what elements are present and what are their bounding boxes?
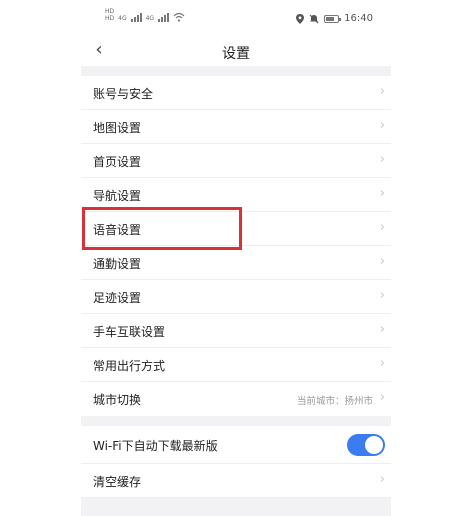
location-icon bbox=[296, 13, 305, 24]
section-divider bbox=[81, 66, 391, 76]
settings-item-wifi-download: Wi-Fi下自动下载最新版 bbox=[81, 426, 391, 464]
chevron-right-icon: › bbox=[379, 118, 385, 133]
settings-item-commute[interactable]: 通勤设置 › bbox=[81, 246, 391, 280]
settings-item-label: 手车互联设置 bbox=[93, 325, 166, 339]
chevron-right-icon: › bbox=[379, 254, 385, 269]
signal-icon-2 bbox=[158, 13, 170, 22]
chevron-right-icon: › bbox=[379, 186, 385, 201]
highlight-box bbox=[82, 207, 242, 250]
signal-icon bbox=[130, 13, 142, 22]
chevron-right-icon: › bbox=[379, 472, 385, 487]
settings-item-label: 账号与安全 bbox=[93, 87, 154, 101]
sim-label-2: HD bbox=[105, 15, 115, 22]
status-time: 16:40 bbox=[344, 13, 373, 24]
settings-item-car-connect[interactable]: 手车互联设置 › bbox=[81, 314, 391, 348]
current-city-value: 当前城市：扬州市 bbox=[296, 396, 373, 407]
toggle-knob bbox=[365, 436, 383, 454]
chevron-right-icon: › bbox=[379, 220, 385, 235]
settings-item-label: 通勤设置 bbox=[93, 257, 142, 271]
chevron-right-icon: › bbox=[379, 152, 385, 167]
settings-item-map[interactable]: 地图设置 › bbox=[81, 110, 391, 144]
settings-item-travel-mode[interactable]: 常用出行方式 › bbox=[81, 348, 391, 382]
title-bar: ‹ 设置 bbox=[81, 38, 391, 66]
settings-item-footprint[interactable]: 足迹设置 › bbox=[81, 280, 391, 314]
settings-item-label: 清空缓存 bbox=[93, 475, 142, 489]
settings-item-label: 首页设置 bbox=[93, 155, 142, 169]
status-bar: HD HD 4G 4G 16:40 bbox=[81, 0, 391, 38]
status-right: 16:40 bbox=[296, 13, 373, 24]
settings-item-label: 城市切换 bbox=[93, 393, 142, 407]
settings-item-label: 导航设置 bbox=[93, 189, 142, 203]
settings-screen: HD HD 4G 4G 16:40 ‹ 设置 账号与安全 › 地图设置 › 首页… bbox=[81, 0, 391, 516]
chevron-right-icon: › bbox=[379, 356, 385, 371]
network-label-1: 4G bbox=[118, 15, 127, 22]
mute-icon bbox=[309, 14, 319, 23]
chevron-right-icon: › bbox=[379, 322, 385, 337]
battery-icon bbox=[324, 14, 342, 23]
settings-item-clear-cache[interactable]: 清空缓存 › bbox=[81, 464, 391, 498]
wifi-download-toggle[interactable] bbox=[347, 434, 385, 456]
status-left: HD HD 4G 4G bbox=[105, 9, 185, 22]
network-label-2: 4G bbox=[145, 15, 155, 22]
settings-item-city-switch[interactable]: 城市切换 当前城市：扬州市 › bbox=[81, 382, 391, 416]
settings-item-label: 常用出行方式 bbox=[93, 359, 166, 373]
page-title: 设置 bbox=[222, 46, 250, 62]
section-divider bbox=[81, 498, 391, 516]
wifi-icon bbox=[173, 12, 185, 22]
chevron-right-icon: › bbox=[379, 288, 385, 303]
settings-item-label: Wi-Fi下自动下载最新版 bbox=[93, 439, 218, 453]
chevron-right-icon: › bbox=[379, 84, 385, 99]
settings-item-home[interactable]: 首页设置 › bbox=[81, 144, 391, 178]
chevron-right-icon: › bbox=[379, 390, 385, 405]
settings-item-label: 足迹设置 bbox=[93, 291, 142, 305]
settings-item-label: 地图设置 bbox=[93, 121, 142, 135]
settings-item-account-security[interactable]: 账号与安全 › bbox=[81, 76, 391, 110]
section-divider bbox=[81, 416, 391, 426]
sim-icon: HD HD bbox=[105, 9, 114, 22]
